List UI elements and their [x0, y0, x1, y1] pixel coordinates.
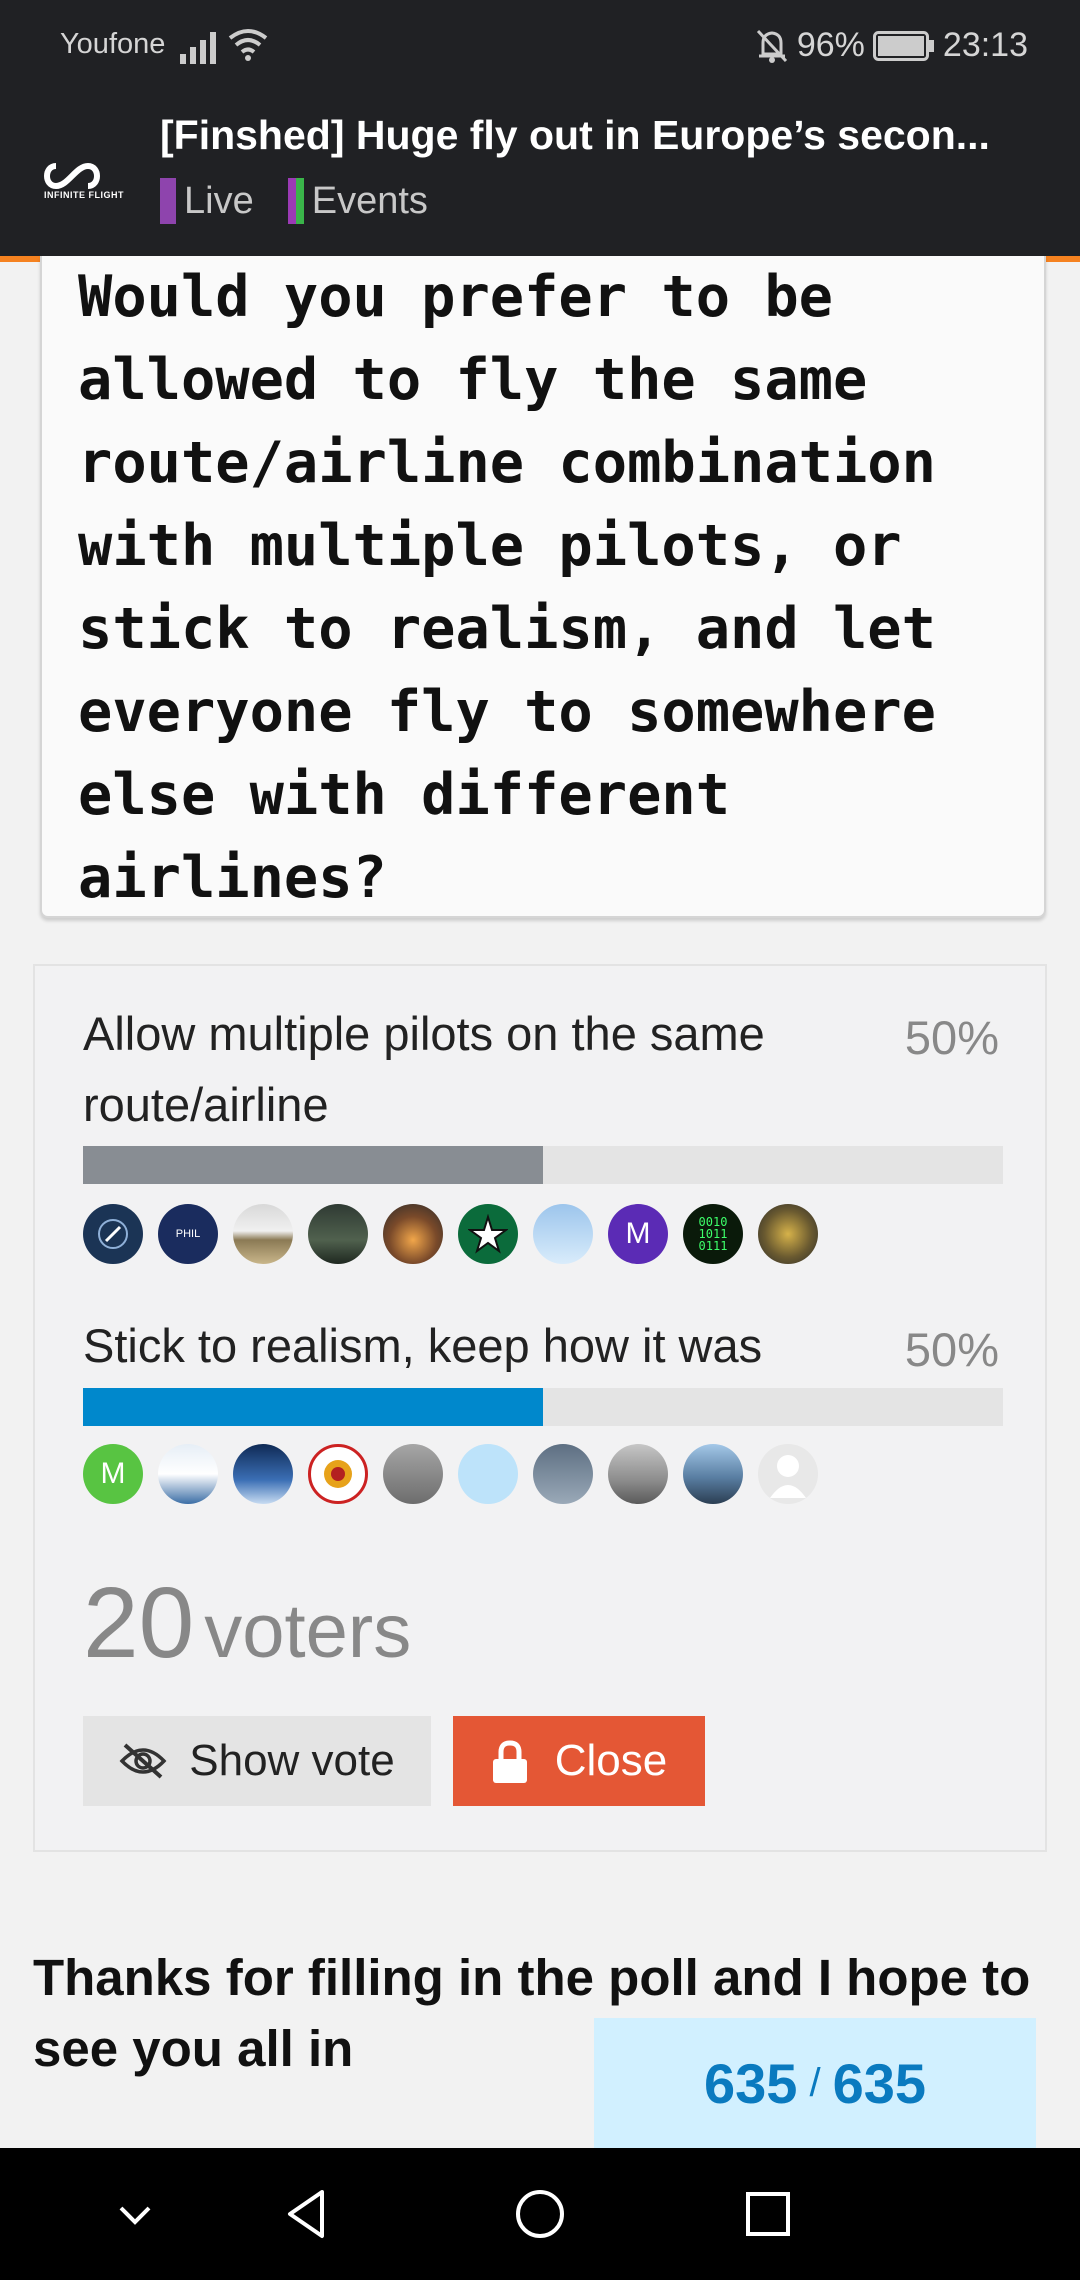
- avatar[interactable]: 0010 1011 0111: [683, 1204, 743, 1264]
- eye-slash-icon: [119, 1743, 167, 1779]
- category-events[interactable]: Events: [287, 178, 428, 224]
- voter-avatars: PHIL M 0010 1011 0111: [83, 1204, 833, 1264]
- avatar[interactable]: [158, 1444, 218, 1504]
- lock-icon: [492, 1740, 527, 1783]
- carrier-name: Youfone: [60, 28, 166, 60]
- close-poll-button[interactable]: Close: [453, 1716, 705, 1806]
- signal-icon: [180, 32, 216, 64]
- status-bar: Youfone 96% 23:13: [0, 0, 1080, 90]
- avatar[interactable]: [233, 1204, 293, 1264]
- voter-avatars: M: [83, 1444, 833, 1504]
- show-vote-label: Show vote: [189, 1736, 395, 1785]
- avatar[interactable]: [83, 1204, 143, 1264]
- avatar[interactable]: [383, 1204, 443, 1264]
- battery-icon: [872, 30, 934, 61]
- avatar-letter: M: [625, 1217, 651, 1250]
- bell-off-icon: [756, 29, 787, 63]
- poll-option-bar-fill: [83, 1388, 543, 1426]
- recents-icon[interactable]: [738, 2184, 798, 2244]
- avatar[interactable]: [608, 1444, 668, 1504]
- avatar[interactable]: [233, 1444, 293, 1504]
- poll-option-percent: 50%: [904, 1323, 999, 1376]
- poll-question: Would you prefer to be allowed to fly th…: [78, 264, 936, 911]
- avatar[interactable]: M: [608, 1204, 668, 1264]
- poll-option-percent: 50%: [904, 1011, 999, 1064]
- category-swatch: [160, 178, 176, 224]
- avatar[interactable]: [533, 1444, 593, 1504]
- avatar[interactable]: [308, 1204, 368, 1264]
- avatar[interactable]: PHIL: [158, 1204, 218, 1264]
- avatar[interactable]: [458, 1204, 518, 1264]
- category-label: Live: [184, 179, 254, 222]
- topic-title[interactable]: [Finshed] Huge fly out in Europe’s secon…: [160, 112, 1020, 159]
- logo-text: INFINITE FLIGHT: [44, 190, 124, 200]
- navigation-bar: [0, 2148, 1080, 2280]
- clock: 23:13: [942, 26, 1028, 64]
- avatar[interactable]: [533, 1204, 593, 1264]
- avatar[interactable]: [308, 1444, 368, 1504]
- progress-separator: /: [809, 2060, 821, 2105]
- progress-total: 635: [832, 2051, 926, 2115]
- infinite-flight-logo[interactable]: [38, 142, 130, 214]
- voter-count-label: voters: [204, 1589, 412, 1674]
- chevron-down-icon[interactable]: [105, 2184, 165, 2244]
- voter-count: 20 voters: [83, 1566, 411, 1681]
- avatar[interactable]: [458, 1444, 518, 1504]
- poll-option-label: Stick to realism, keep how it was: [83, 1319, 763, 1372]
- voter-count-number: 20: [83, 1567, 195, 1679]
- show-vote-button[interactable]: Show vote: [83, 1716, 431, 1806]
- avatar[interactable]: [758, 1204, 818, 1264]
- category-label: Events: [311, 179, 428, 222]
- avatar[interactable]: [683, 1444, 743, 1504]
- topic-header: INFINITE FLIGHT [Finshed] Huge fly out i…: [0, 90, 1080, 262]
- progress-current: 635: [704, 2051, 798, 2115]
- home-icon[interactable]: [510, 2184, 570, 2244]
- category-swatch: [287, 178, 304, 224]
- back-icon[interactable]: [278, 2184, 338, 2244]
- category-list: Live Events: [160, 178, 462, 224]
- close-label: Close: [554, 1736, 668, 1785]
- post-progress-indicator[interactable]: 635/635: [594, 2018, 1036, 2148]
- poll-question-box: Would you prefer to be allowed to fly th…: [40, 256, 1046, 918]
- wifi-icon: [228, 29, 268, 61]
- battery-percent: 96%: [796, 26, 865, 64]
- poll: Allow multiple pilots on the same route/…: [33, 964, 1047, 1852]
- avatar-letter: M: [100, 1457, 126, 1490]
- category-live[interactable]: Live: [160, 178, 254, 224]
- avatar[interactable]: M: [83, 1444, 143, 1504]
- poll-option-label: Allow multiple pilots on the same route/…: [83, 1007, 765, 1131]
- poll-option-bar: [83, 1388, 1003, 1426]
- poll-option-bar-fill: [83, 1146, 543, 1184]
- poll-option-bar: [83, 1146, 1003, 1184]
- avatar[interactable]: [758, 1444, 818, 1504]
- avatar[interactable]: [383, 1444, 443, 1504]
